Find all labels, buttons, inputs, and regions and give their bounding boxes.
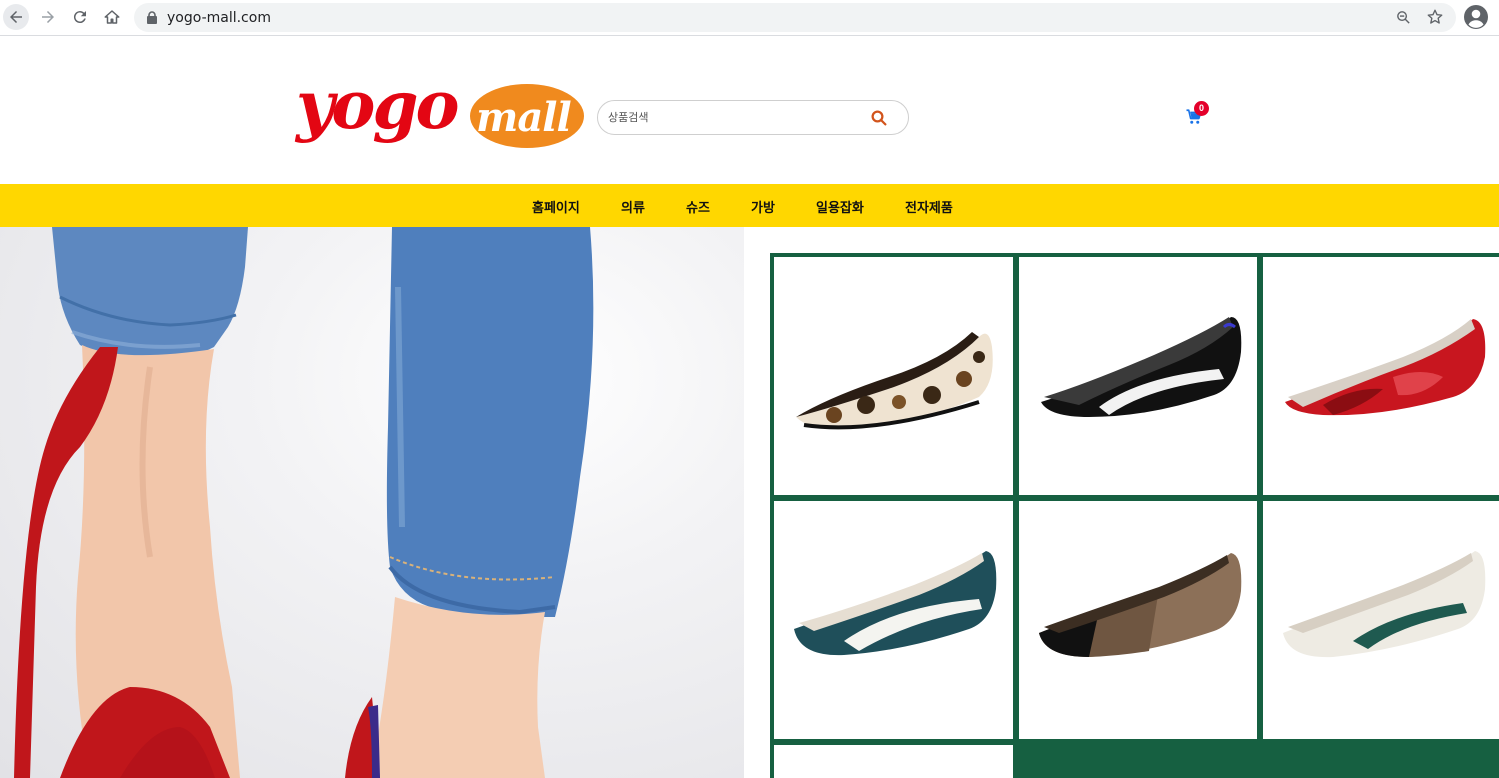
product-tile[interactable] <box>1019 501 1257 739</box>
menu-item-bags[interactable]: 가방 <box>751 197 775 216</box>
back-arrow-icon[interactable] <box>3 4 29 30</box>
legs-illustration <box>14 227 594 778</box>
address-bar[interactable]: yogo-mall.com <box>134 3 1456 32</box>
product-tile[interactable] <box>1263 501 1499 739</box>
product-grid <box>744 227 1499 778</box>
search-box <box>597 100 909 135</box>
home-icon[interactable] <box>99 4 125 30</box>
browser-toolbar: yogo-mall.com <box>0 0 1499 36</box>
account-icon[interactable] <box>1463 4 1489 30</box>
product-tile[interactable] <box>1263 257 1499 495</box>
site-logo[interactable]: yogo mall <box>296 66 588 154</box>
reload-icon[interactable] <box>67 4 93 30</box>
product-tile[interactable] <box>774 257 1013 495</box>
cream-green-stripe-flat <box>1283 551 1486 658</box>
star-icon[interactable] <box>1426 8 1444 26</box>
logo-yogo-text: yogo <box>296 66 460 144</box>
menu-item-home[interactable]: 홈페이지 <box>532 197 580 216</box>
black-white-stripe-flat <box>1041 317 1242 417</box>
product-tile[interactable] <box>774 501 1013 739</box>
site-header: yogo mall 0 <box>0 36 1499 184</box>
banner-photo-legs <box>0 227 744 778</box>
menu-item-clothing[interactable]: 의류 <box>621 197 645 216</box>
lock-icon <box>147 11 157 24</box>
menu-item-shoes[interactable]: 슈즈 <box>686 197 710 216</box>
hero-banner[interactable] <box>0 227 1499 778</box>
url-text: yogo-mall.com <box>167 10 271 26</box>
search-icon[interactable] <box>870 109 888 127</box>
forward-arrow-icon[interactable] <box>35 4 61 30</box>
zoom-icon[interactable] <box>1395 9 1412 26</box>
red-camo-flat <box>1285 319 1486 416</box>
logo-mall-text: mall <box>476 94 572 141</box>
teal-white-stripe-flat <box>794 551 997 656</box>
product-tile[interactable] <box>774 745 1013 778</box>
grid-footer-block <box>1019 745 1499 778</box>
menu-item-daily-goods[interactable]: 일용잡화 <box>816 197 864 216</box>
black-brown-flat <box>1039 553 1242 657</box>
menu-item-electronics[interactable]: 전자제품 <box>905 197 953 216</box>
category-menu: 홈페이지 의류 슈즈 가방 일용잡화 전자제품 <box>0 184 1499 227</box>
search-input[interactable] <box>608 109 858 126</box>
product-tile[interactable] <box>1019 257 1257 495</box>
leopard-flat <box>796 332 993 430</box>
cart-count-badge: 0 <box>1194 101 1209 116</box>
